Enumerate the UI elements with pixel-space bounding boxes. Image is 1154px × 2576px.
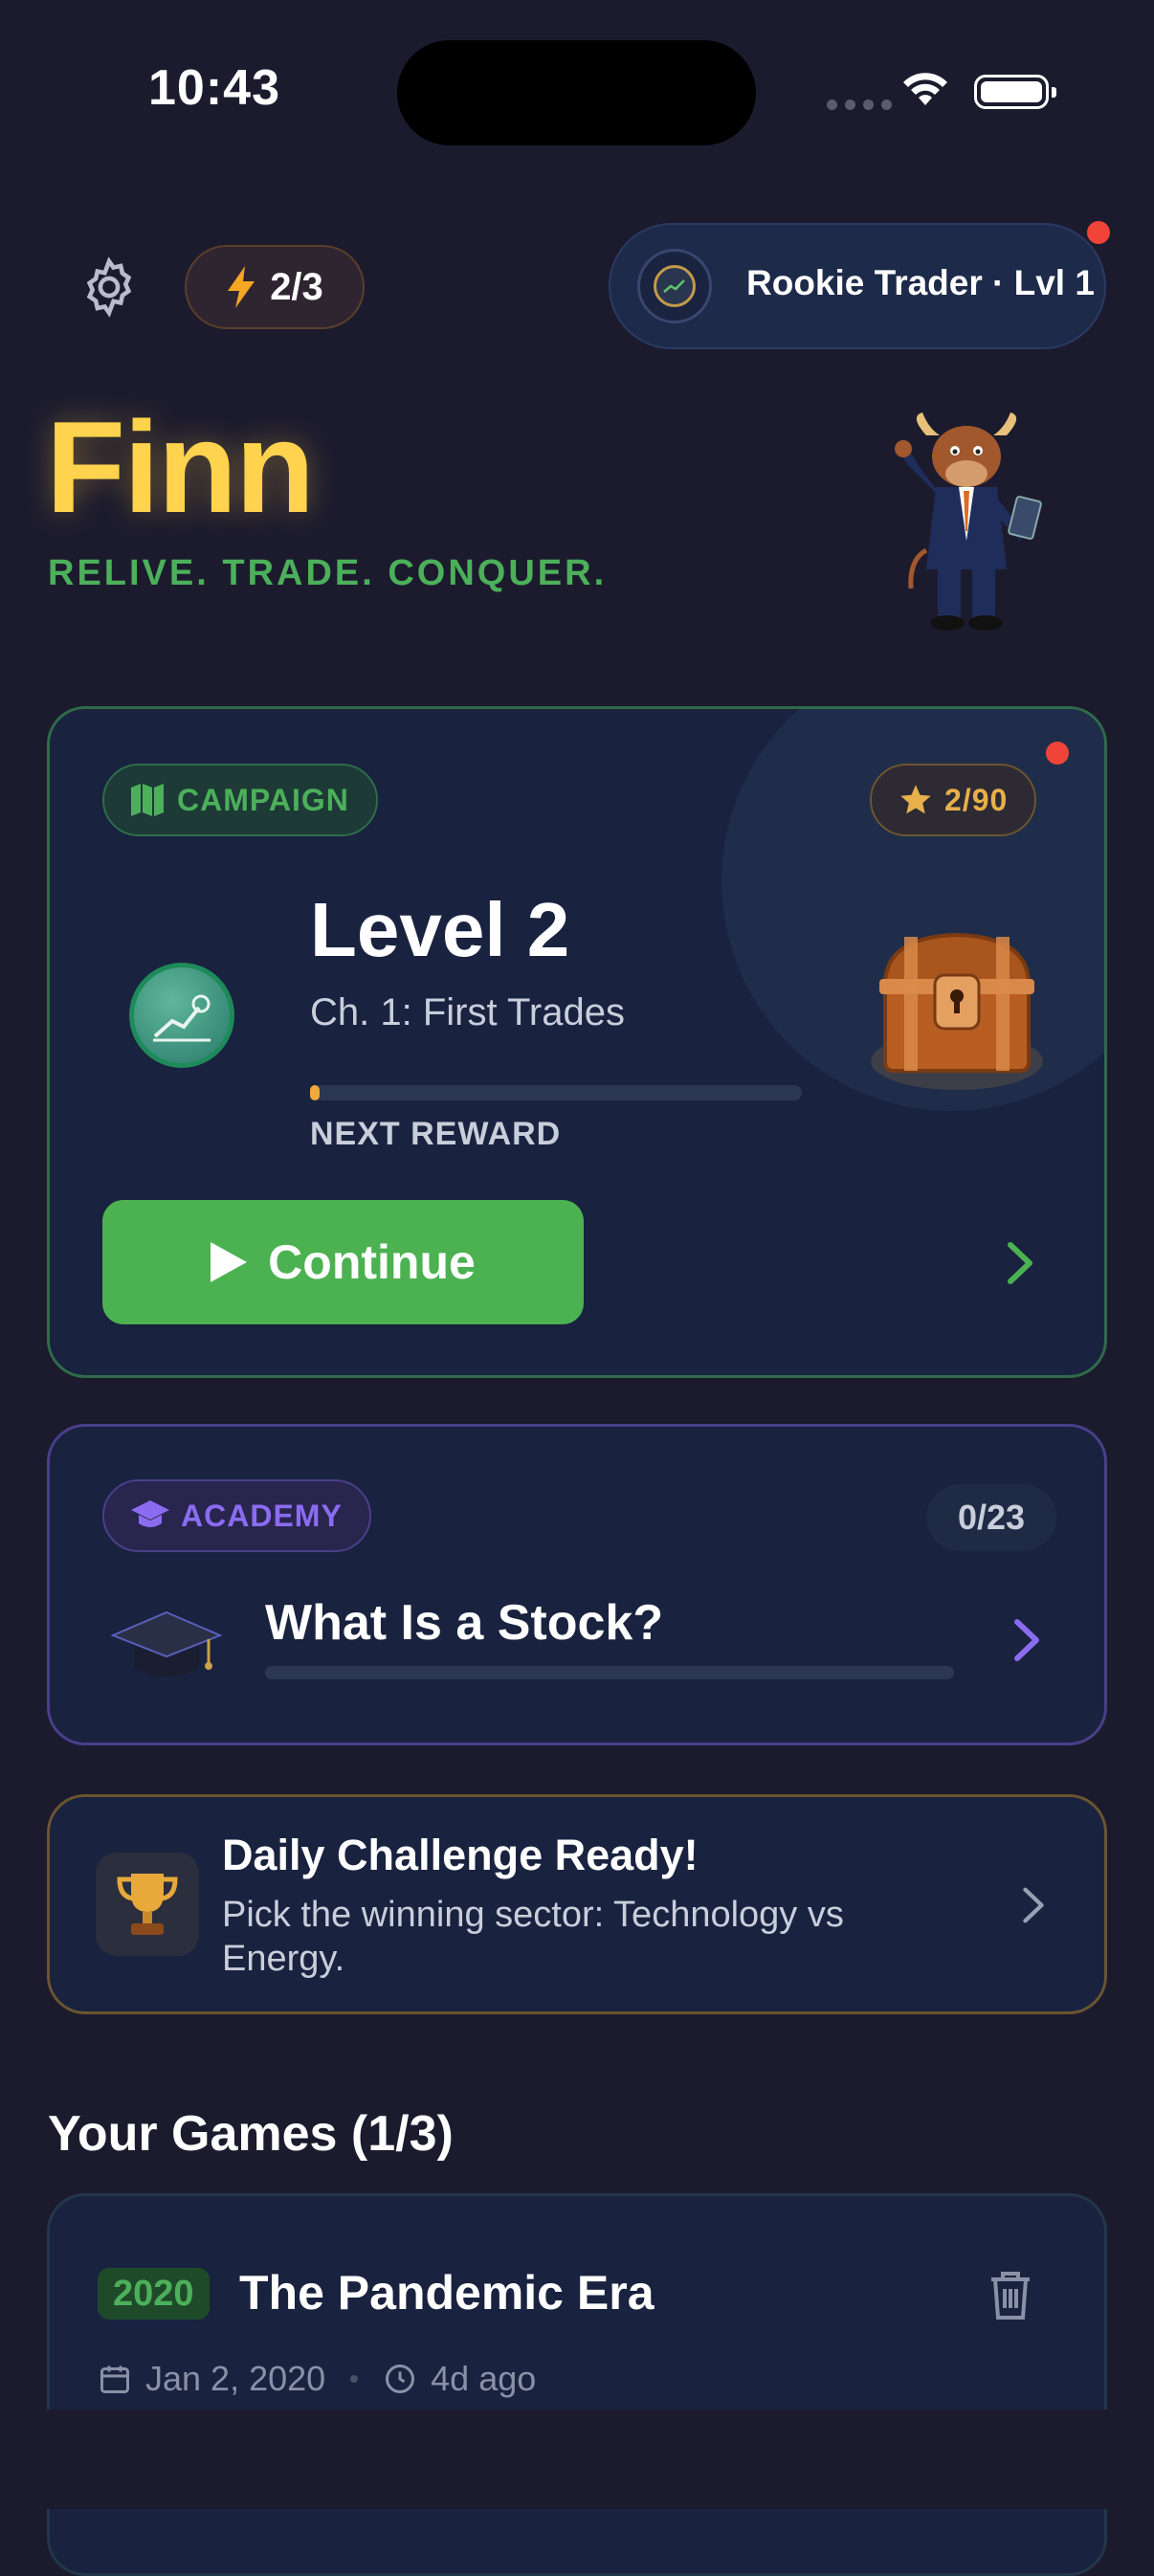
rank-notification-dot [1087,221,1110,244]
status-time: 10:43 [148,60,280,116]
your-games-title: Your Games (1/3) [48,2106,454,2162]
bottom-fade [0,2409,1154,2509]
chapter-label: Ch. 1: First Trades [310,991,625,1033]
meta-separator [350,2375,359,2383]
dynamic-island [397,40,756,145]
cellular-signal-icon [827,100,892,110]
game-date: Jan 2, 2020 [145,2359,326,2398]
continue-button[interactable]: Continue [102,1200,584,1324]
level-badge-icon [129,963,234,1068]
energy-value: 2/3 [270,265,323,308]
continue-label: Continue [268,1235,476,1289]
app-tagline: RELIVE. TRADE. CONQUER. [48,553,608,593]
daily-challenge-title: Daily Challenge Ready! [222,1831,699,1879]
campaign-card[interactable]: CAMPAIGN 2/90 Level 2 Ch. 1: First Trade… [47,706,1107,1378]
stars-chip: 2/90 [870,764,1037,836]
rank-badge-icon [637,249,712,323]
lesson-progress-bar [265,1666,954,1679]
academy-chip: ACADEMY [102,1479,371,1552]
energy-counter[interactable]: 2/3 [185,245,365,329]
app-title: Finn [46,394,315,540]
play-icon [211,1242,248,1282]
reward-progress-bar [310,1085,802,1100]
daily-challenge-description: Pick the winning sector: Technology vs E… [222,1895,844,1979]
campaign-notification-dot [1046,742,1069,765]
lesson-count: 0/23 [926,1484,1056,1551]
academy-chip-label: ACADEMY [181,1498,343,1533]
campaign-chip: CAMPAIGN [102,764,378,836]
reward-progress-fill [310,1085,321,1100]
daily-challenge-card[interactable]: Daily Challenge Ready! Pick the winning … [47,1794,1107,2014]
map-icon [131,784,164,816]
stars-count: 2/90 [944,782,1009,817]
campaign-chip-label: CAMPAIGN [177,782,349,817]
bull-mascot-icon [895,412,1042,631]
lightning-icon [228,266,255,308]
level-title: Level 2 [310,887,570,972]
lesson-title: What Is a Stock? [265,1595,664,1651]
clock-icon [386,2365,415,2393]
game-meta: Jan 2, 2020 4d ago [98,2359,536,2399]
game-card[interactable]: 2020 The Pandemic Era Jan 2, 2020 4d ago [47,2193,1107,2576]
next-reward-label: NEXT REWARD [310,1116,562,1152]
wifi-icon [903,73,947,105]
game-age: 4d ago [431,2359,537,2398]
treasure-chest-icon [871,932,1043,1090]
graduation-cap-icon [110,1610,223,1677]
game-year-tag: 2020 [98,2268,210,2320]
chevron-right-icon[interactable] [1013,1618,1040,1662]
graduation-cap-icon [131,1500,169,1527]
game-title: The Pandemic Era [239,2266,655,2320]
academy-card[interactable]: ACADEMY 0/23 What Is a Stock? [47,1424,1107,1745]
star-icon [900,785,931,814]
rank-label: Rookie Trader · Lvl 1 [746,263,1095,302]
battery-icon [974,75,1056,109]
gear-icon[interactable] [77,255,142,320]
calendar-icon [100,2365,129,2393]
chevron-right-icon[interactable] [1007,1241,1033,1285]
chevron-right-icon[interactable] [1022,1886,1045,1924]
rank-button[interactable]: Rookie Trader · Lvl 1 [609,223,1106,349]
trash-icon[interactable] [988,2268,1033,2321]
trophy-icon [96,1853,199,1956]
